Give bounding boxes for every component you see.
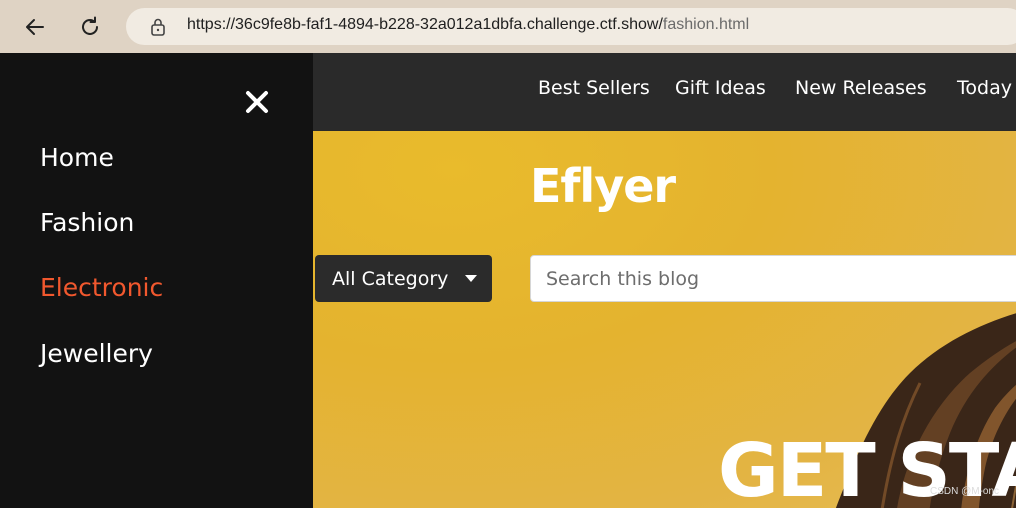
close-icon[interactable] <box>244 89 270 115</box>
topnav-today[interactable]: Today <box>957 77 1012 99</box>
lock-icon <box>151 18 165 36</box>
url-host: https://36c9fe8b-faf1-4894-b228-32a012a1… <box>187 16 663 33</box>
sidenav-item-fashion[interactable]: Fashion <box>40 208 134 237</box>
arrow-left-icon <box>26 19 44 35</box>
top-navigation: Best Sellers Gift Ideas New Releases Tod… <box>313 53 1016 131</box>
sidenav-item-jewellery[interactable]: Jewellery <box>40 339 153 368</box>
browser-toolbar: https://36c9fe8b-faf1-4894-b228-32a012a1… <box>0 0 1016 53</box>
caret-down-icon <box>465 275 477 282</box>
category-dropdown[interactable]: All Category <box>315 255 492 302</box>
page-content: Best Sellers Gift Ideas New Releases Tod… <box>0 53 1016 508</box>
reload-icon <box>82 16 98 35</box>
site-logo[interactable]: Eflyer <box>530 159 676 213</box>
search-input[interactable] <box>530 255 1016 302</box>
side-menu: Home Fashion Electronic Jewellery <box>0 53 313 508</box>
reload-button[interactable] <box>73 10 107 44</box>
topnav-new-releases[interactable]: New Releases <box>795 77 927 99</box>
watermark-text: CSDN @M-onc <box>930 486 1000 497</box>
category-label: All Category <box>332 267 449 290</box>
url-path: fashion.html <box>662 16 750 33</box>
back-button[interactable] <box>18 10 52 44</box>
topnav-gift-ideas[interactable]: Gift Ideas <box>675 77 766 99</box>
topnav-best-sellers[interactable]: Best Sellers <box>538 77 650 99</box>
sidenav-item-electronic[interactable]: Electronic <box>40 273 163 302</box>
sidenav-item-home[interactable]: Home <box>40 143 114 172</box>
address-bar[interactable]: https://36c9fe8b-faf1-4894-b228-32a012a1… <box>126 8 1016 45</box>
url-text: https://36c9fe8b-faf1-4894-b228-32a012a1… <box>187 16 749 34</box>
